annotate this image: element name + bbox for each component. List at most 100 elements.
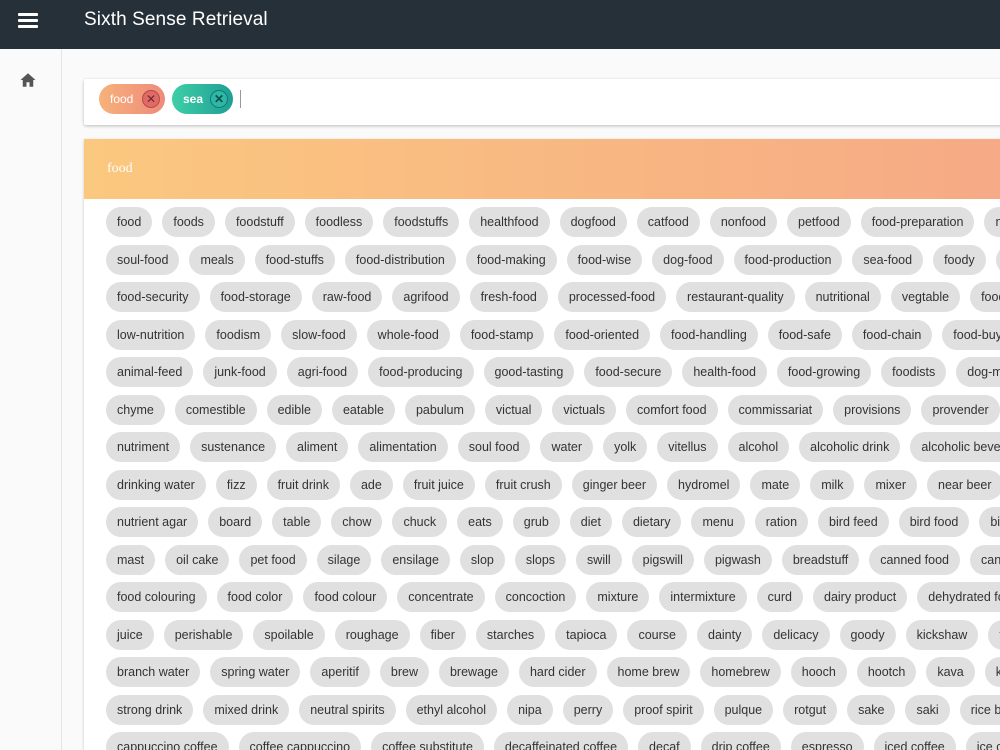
word-chip[interactable]: health-food	[682, 357, 767, 387]
word-chip[interactable]: breadstuff	[781, 544, 860, 575]
word-chip[interactable]: mate	[750, 469, 801, 500]
word-chip[interactable]: pigswill	[631, 544, 694, 575]
word-chip[interactable]: food colour	[303, 582, 388, 612]
word-chip[interactable]: silage	[316, 544, 372, 575]
word-chip[interactable]: pet food	[239, 544, 307, 575]
word-chip[interactable]: decaffeinated coffee	[493, 732, 629, 750]
word-chip[interactable]: dainty	[697, 619, 753, 650]
word-chip[interactable]: comfort food	[626, 394, 718, 425]
word-chip[interactable]: near beer	[927, 469, 1000, 500]
word-chip[interactable]: dog-food	[652, 244, 724, 275]
word-chip[interactable]: food-preparation	[860, 207, 975, 237]
word-chip[interactable]: edible	[266, 394, 322, 425]
word-chip[interactable]: low-nutrition	[106, 319, 196, 350]
word-chip[interactable]: food-buying	[942, 319, 1000, 350]
word-chip[interactable]: alcohol	[727, 432, 790, 462]
word-chip[interactable]: food-oriented	[554, 319, 651, 350]
word-chip[interactable]: healthfood	[469, 207, 550, 237]
word-chip[interactable]: mast	[106, 544, 156, 575]
word-chip[interactable]: concoction	[494, 582, 577, 612]
word-chip[interactable]: pabulum	[404, 394, 475, 425]
word-chip[interactable]: food-security	[106, 282, 200, 312]
word-chip[interactable]: kickshaw	[905, 619, 979, 650]
word-chip[interactable]: foody	[933, 244, 986, 275]
word-chip[interactable]: catfood	[636, 207, 700, 237]
word-chip[interactable]: mixer	[864, 469, 918, 500]
word-chip[interactable]: proof spirit	[623, 694, 704, 725]
word-chip[interactable]: delicacy	[762, 619, 830, 650]
word-chip[interactable]: water	[540, 432, 594, 462]
word-chip[interactable]: foods	[162, 207, 215, 237]
word-chip[interactable]: rice beer	[959, 694, 1000, 725]
word-chip[interactable]: hydromel	[667, 469, 741, 500]
word-chip[interactable]: soul-food	[106, 244, 180, 275]
word-chip[interactable]: iced coffee	[873, 732, 956, 750]
word-chip[interactable]: food-storage	[209, 282, 302, 312]
word-chip[interactable]: provisions	[833, 394, 912, 425]
word-chip[interactable]: canned fo	[970, 544, 1000, 575]
word-chip[interactable]: course	[627, 619, 687, 650]
word-chip[interactable]: roughage	[334, 619, 410, 650]
word-chip[interactable]: rotgut	[783, 694, 838, 725]
word-chip[interactable]: nutrient agar	[106, 507, 199, 537]
word-chip[interactable]: bird feed	[818, 507, 889, 537]
word-chip[interactable]: eats	[457, 507, 503, 537]
close-icon[interactable]: ✕	[142, 90, 160, 108]
word-chip[interactable]: vegtable	[890, 282, 961, 312]
word-chip[interactable]: drip coffee	[700, 732, 781, 750]
word-chip[interactable]: dairy product	[813, 582, 908, 612]
word-chip[interactable]: saki	[905, 694, 950, 725]
word-chip[interactable]: dehydrated food	[917, 582, 1000, 612]
word-chip[interactable]: commissariat	[727, 394, 824, 425]
home-icon[interactable]	[19, 71, 37, 89]
word-chip[interactable]: food	[106, 207, 153, 237]
word-chip[interactable]: foodists	[881, 357, 947, 387]
word-chip[interactable]: chyme	[106, 394, 165, 425]
word-chip[interactable]: concentrate	[397, 582, 485, 612]
word-chip[interactable]: vitellus	[657, 432, 718, 462]
word-chip[interactable]: mixture	[586, 582, 650, 612]
word-chip[interactable]: diet	[569, 507, 612, 537]
search-chip-sea[interactable]: sea ✕	[172, 84, 233, 114]
word-chip[interactable]: perishable	[163, 619, 244, 650]
word-chip[interactable]: victual	[484, 394, 543, 425]
word-chip[interactable]: fresh-food	[469, 282, 548, 312]
word-chip[interactable]: spoilable	[253, 619, 325, 650]
word-chip[interactable]: brew	[379, 657, 429, 687]
word-chip[interactable]: foodism	[205, 319, 272, 350]
word-chip[interactable]: agrifood	[392, 282, 460, 312]
word-chip[interactable]: food-production	[733, 244, 843, 275]
word-chip[interactable]: alimentation	[358, 432, 448, 462]
word-chip[interactable]: decaf	[638, 732, 691, 750]
word-chip[interactable]: ice coffee	[965, 732, 1000, 750]
word-chip[interactable]: homebrew	[700, 657, 781, 687]
word-chip[interactable]: board	[208, 507, 263, 537]
word-chip[interactable]: sea-food	[852, 244, 924, 275]
word-chip[interactable]: nonfood	[709, 207, 777, 237]
word-chip[interactable]: hootch	[856, 657, 917, 687]
word-chip[interactable]: hard cider	[518, 657, 597, 687]
word-chip[interactable]: dietary	[621, 507, 682, 537]
word-chip[interactable]: alcoholic beverage	[910, 432, 1000, 462]
word-chip[interactable]: petfood	[787, 207, 851, 237]
word-chip[interactable]: hooch	[790, 657, 847, 687]
word-chip[interactable]: eatable	[331, 394, 395, 425]
word-chip[interactable]: whole-food	[366, 319, 450, 350]
word-chip[interactable]: strong drink	[106, 694, 194, 725]
word-chip[interactable]: fiber	[419, 619, 466, 650]
word-chip[interactable]: chow	[331, 507, 383, 537]
word-chip[interactable]: tapioca	[555, 619, 618, 650]
word-chip[interactable]: nutritional	[804, 282, 881, 312]
word-chip[interactable]: food colouring	[106, 582, 207, 612]
word-chip[interactable]: intermixture	[659, 582, 747, 612]
word-chip[interactable]: comestible	[174, 394, 257, 425]
word-chip[interactable]: food-	[995, 244, 1000, 275]
word-chip[interactable]: bird food	[898, 507, 970, 537]
word-chip[interactable]: cappuccino coffee	[106, 732, 229, 750]
word-chip[interactable]: goody	[839, 619, 896, 650]
word-chip[interactable]: fruit crush	[484, 469, 562, 500]
word-chip[interactable]: branch water	[106, 657, 201, 687]
word-chip[interactable]: food-making	[465, 244, 557, 275]
close-icon[interactable]: ✕	[210, 90, 228, 108]
word-chip[interactable]: drinking water	[106, 469, 206, 500]
